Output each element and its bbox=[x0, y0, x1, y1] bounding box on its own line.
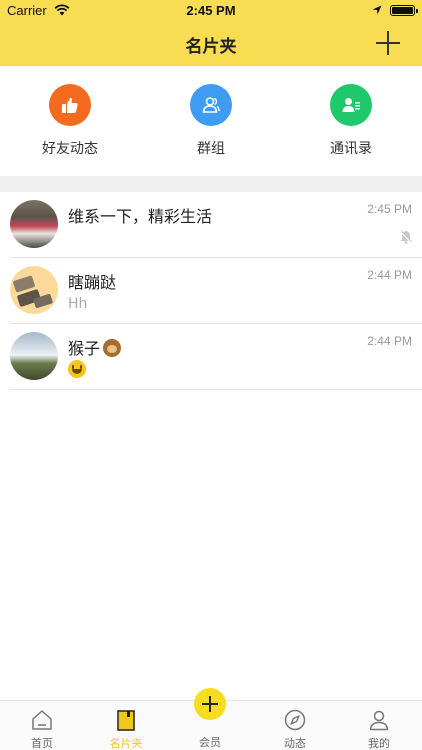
conversation-item[interactable]: 维系一下，精彩生活 2:45 PM bbox=[0, 192, 422, 258]
tab-label: 会员 bbox=[199, 736, 221, 749]
location-icon bbox=[372, 5, 382, 15]
quick-entries: 好友动态 群组 通讯录 bbox=[0, 66, 422, 176]
monkey-emoji-icon bbox=[103, 339, 122, 357]
avatar-art bbox=[13, 275, 53, 309]
card-holder-icon bbox=[117, 710, 135, 731]
conversation-name: 猴子 bbox=[68, 335, 122, 359]
tab-bar: 首页 名片夹 会员 动态 我的 bbox=[0, 688, 422, 750]
battery-icon bbox=[390, 5, 418, 16]
smiley-emoji-icon bbox=[68, 360, 86, 378]
conversation-time: 2:44 PM bbox=[367, 268, 412, 282]
quick-item-label: 好友动态 bbox=[42, 141, 98, 157]
tab-profile[interactable]: 我的 bbox=[337, 701, 421, 750]
tab-home[interactable]: 首页 bbox=[0, 701, 84, 750]
quick-item-label: 群组 bbox=[197, 141, 225, 157]
section-divider bbox=[0, 176, 422, 192]
thumbs-up-icon bbox=[62, 97, 78, 113]
quick-item-friend-feed[interactable]: 好友动态 bbox=[10, 84, 130, 158]
status-bar: Carrier 2:45 PM bbox=[0, 0, 422, 22]
mute-bell-icon bbox=[400, 230, 412, 244]
quick-item-contacts[interactable]: 通讯录 bbox=[291, 84, 411, 158]
tab-label: 动态 bbox=[284, 737, 306, 750]
page-title: 名片夹 bbox=[185, 37, 237, 57]
tab-card-holder[interactable]: 名片夹 bbox=[84, 701, 168, 750]
quick-item-label: 通讯录 bbox=[330, 141, 372, 157]
conversation-name: 维系一下，精彩生活 bbox=[68, 207, 213, 226]
status-time: 2:45 PM bbox=[186, 3, 236, 18]
contacts-icon bbox=[342, 98, 360, 112]
compass-icon bbox=[284, 709, 306, 731]
avatar bbox=[10, 200, 58, 248]
tab-label: 我的 bbox=[368, 737, 390, 750]
group-icon bbox=[202, 97, 220, 113]
add-button[interactable] bbox=[376, 31, 400, 55]
friend-feed-circle bbox=[49, 84, 91, 126]
list-divider bbox=[10, 389, 422, 390]
avatar bbox=[10, 266, 58, 314]
groups-circle bbox=[190, 84, 232, 126]
conversation-preview: Hh bbox=[68, 296, 88, 312]
conversation-item[interactable]: 瞎蹦跶 Hh 2:44 PM bbox=[0, 258, 422, 324]
home-icon bbox=[32, 710, 52, 730]
conversation-item[interactable]: 猴子 2:44 PM bbox=[0, 324, 422, 390]
plus-icon bbox=[194, 688, 226, 720]
conversation-time: 2:44 PM bbox=[367, 334, 412, 348]
top-bar: Carrier 2:45 PM 名片夹 bbox=[0, 0, 422, 66]
avatar bbox=[10, 332, 58, 380]
conversation-name-text: 猴子 bbox=[68, 339, 101, 358]
quick-item-groups[interactable]: 群组 bbox=[151, 84, 271, 158]
conversation-time: 2:45 PM bbox=[367, 202, 412, 216]
profile-icon bbox=[369, 710, 389, 731]
contacts-circle bbox=[330, 84, 372, 126]
tab-member[interactable]: 会员 bbox=[168, 688, 252, 750]
tab-feed[interactable]: 动态 bbox=[253, 701, 337, 750]
tab-label: 首页 bbox=[31, 737, 53, 750]
conversation-name: 瞎蹦跶 bbox=[68, 273, 117, 292]
tab-label: 名片夹 bbox=[109, 737, 143, 750]
